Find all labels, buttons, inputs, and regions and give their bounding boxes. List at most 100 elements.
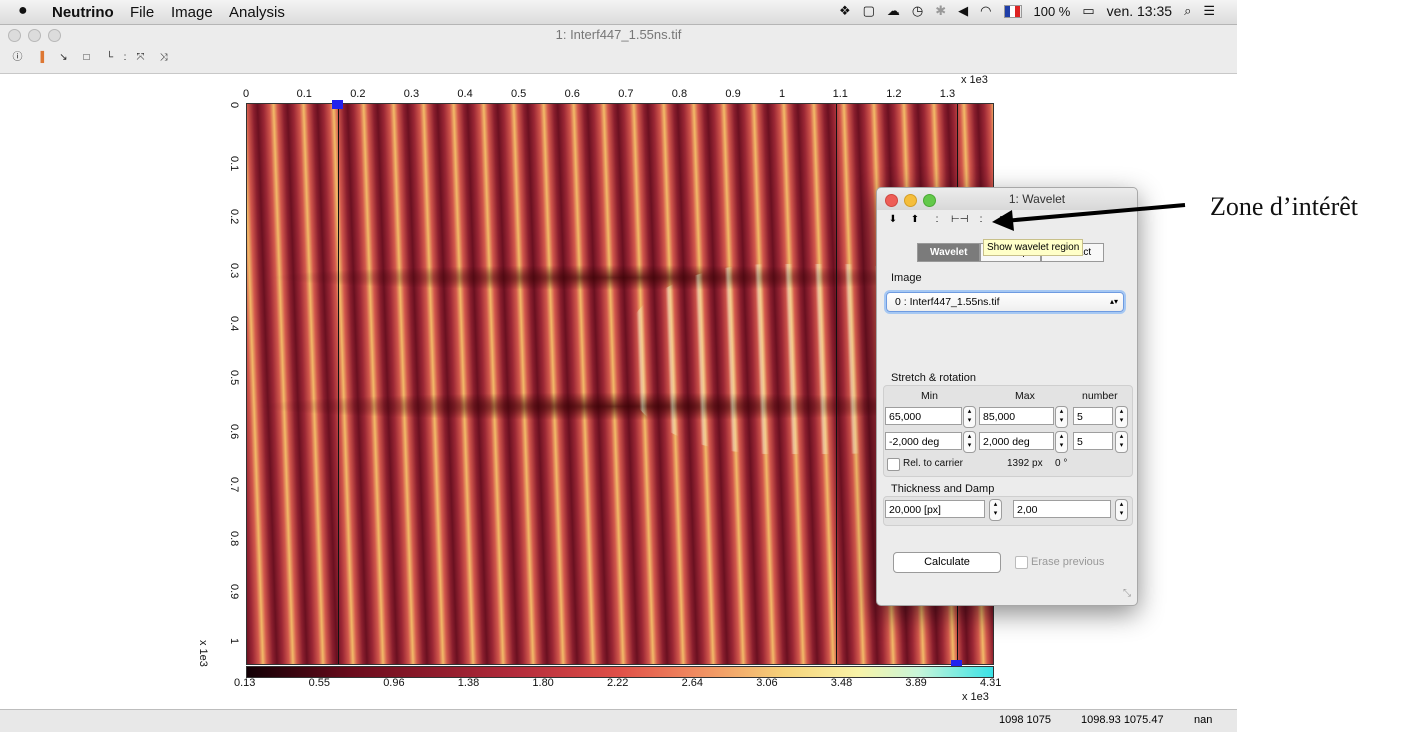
separator: :	[935, 214, 939, 225]
info-icon[interactable]: ⓘ	[6, 45, 29, 71]
panel-close-button[interactable]	[885, 194, 898, 207]
colorbar-tick-label: 1.38	[457, 677, 480, 689]
colorbar-tick-label: 2.64	[681, 677, 704, 689]
y-tick-label: 0.9	[228, 584, 240, 600]
y-tick-label: 0.1	[228, 155, 240, 171]
carrier-px-value: 1392 px	[1007, 458, 1043, 469]
image-select[interactable]: 0 : Interf447_1.55ns.tif ▴▾	[886, 292, 1124, 312]
region-line-middle	[836, 104, 837, 664]
separator: :	[123, 52, 127, 63]
panel-minimize-button[interactable]	[904, 194, 917, 207]
col-min-label: Min	[921, 390, 938, 402]
spotlight-icon[interactable]: ⌕	[1184, 3, 1191, 19]
arrows-out-icon[interactable]: ⤨	[152, 45, 175, 71]
minimize-button[interactable]	[28, 29, 41, 42]
colorbar-tick-label: 0.13	[234, 677, 256, 689]
battery-label: 100 %	[1033, 3, 1071, 19]
rel-carrier-label: Rel. to carrier	[903, 458, 964, 469]
rotation-min-stepper[interactable]: ▴ ▾	[963, 431, 976, 453]
status-value: nan	[1194, 714, 1213, 726]
load-icon[interactable]: ⬇	[885, 214, 901, 225]
window-controls	[8, 29, 61, 42]
clock[interactable]: ven. 13:35	[1107, 3, 1172, 19]
evernote-icon[interactable]: ▢	[863, 3, 875, 19]
stretch-number-field[interactable]: 5	[1073, 407, 1113, 425]
rotation-number-field[interactable]: 5	[1073, 432, 1113, 450]
cloud-icon[interactable]: ☁	[887, 3, 900, 19]
x-tick-label: 1.1	[832, 88, 848, 100]
damp-stepper[interactable]: ▴ ▾	[1115, 499, 1128, 521]
panel-zoom-button[interactable]	[923, 194, 936, 207]
y-tick-label: 0.4	[228, 316, 240, 332]
stretch-min-stepper[interactable]: ▴ ▾	[963, 406, 976, 428]
window-toolbar: ⓘ ▐ ↘ □ └ : ⤧ ⤨	[0, 45, 1243, 71]
close-button[interactable]	[8, 29, 21, 42]
y-tick-label: 0.7	[228, 477, 240, 493]
colorbar-tick-label: 4.31	[980, 677, 1002, 689]
select-arrows-icon: ▴▾	[1109, 297, 1118, 306]
image-label: Image	[891, 272, 922, 284]
volume-icon[interactable]: ◀	[958, 3, 968, 19]
colorbar-tick-label: 2.22	[607, 677, 629, 689]
save-icon[interactable]: ⬆	[907, 214, 923, 225]
carrier-deg-value: 0 °	[1055, 458, 1068, 469]
stretch-min-field[interactable]: 65,000	[885, 407, 962, 425]
menu-image[interactable]: Image	[171, 4, 213, 21]
colorbar-tick-label: 3.48	[830, 677, 853, 689]
colormap-icon[interactable]: ▐	[29, 45, 52, 71]
rotation-number-stepper[interactable]: ▴ ▾	[1115, 431, 1128, 453]
resize-grip-icon[interactable]: ⤡	[1123, 588, 1131, 599]
arrows-in-icon[interactable]: ⤧	[129, 45, 152, 71]
x-tick-label: 0.6	[564, 88, 580, 100]
show-region-tooltip: Show wavelet region	[983, 239, 1084, 256]
battery-icon[interactable]: ▭	[1082, 3, 1094, 19]
window-title: 1: Interf447_1.55ns.tif	[555, 27, 682, 42]
annotation-label: Zone d’intérêt	[1210, 192, 1358, 221]
carrier-icon[interactable]: ⊢⊣	[951, 214, 968, 225]
y-axis-unit: x 1e3	[197, 640, 209, 667]
menu-analysis[interactable]: Analysis	[229, 4, 285, 21]
apple-icon[interactable]: ●	[18, 2, 28, 20]
axes-icon[interactable]: └	[98, 45, 121, 71]
x-tick-label: 0.2	[350, 88, 366, 100]
rect-icon[interactable]: □	[75, 45, 98, 71]
x-tick-label: 0.9	[725, 88, 741, 100]
col-number-label: number	[1082, 390, 1118, 402]
notification-center-icon[interactable]: ☰	[1203, 3, 1215, 19]
erase-previous-label: Erase previous	[1031, 556, 1105, 568]
bluetooth-icon[interactable]: ✱	[935, 3, 946, 19]
dropbox-icon[interactable]: ❖	[839, 3, 851, 19]
colorbar-tick-label: 3.89	[905, 677, 927, 689]
thickness-stepper[interactable]: ▴ ▾	[989, 499, 1002, 521]
stretch-max-field[interactable]: 85,000	[979, 407, 1054, 425]
zoom-button[interactable]	[48, 29, 61, 42]
wifi-icon[interactable]: ◠	[980, 3, 991, 19]
x-tick-label: 0.7	[618, 88, 634, 100]
region-line-left[interactable]	[338, 104, 339, 664]
zoom-icon[interactable]: ↘	[52, 45, 75, 71]
rel-carrier-checkbox[interactable]	[887, 458, 900, 471]
damp-field[interactable]: 2,00	[1013, 500, 1111, 518]
time-machine-icon[interactable]: ◷	[912, 3, 923, 19]
stretch-number-stepper[interactable]: ▴ ▾	[1115, 406, 1128, 428]
menu-file[interactable]: File	[130, 4, 154, 21]
flag-icon[interactable]	[1003, 4, 1022, 18]
y-tick-label: 1	[228, 638, 240, 645]
region-handle-top[interactable]	[332, 100, 343, 109]
rotation-max-stepper[interactable]: ▴ ▾	[1055, 431, 1068, 453]
stretch-max-stepper[interactable]: ▴ ▾	[1055, 406, 1068, 428]
status-pixel: 1098 1075	[999, 714, 1051, 726]
rotation-min-field[interactable]: -2,000 deg	[885, 432, 962, 450]
x-tick-label: 0.1	[296, 88, 312, 100]
panel-window-controls	[885, 194, 936, 207]
thickness-field[interactable]: 20,000 [px]	[885, 500, 985, 518]
calculate-button[interactable]: Calculate	[893, 552, 1001, 573]
x-tick-label: 1.2	[886, 88, 902, 100]
image-select-value: 0 : Interf447_1.55ns.tif	[895, 296, 1000, 308]
app-menu[interactable]: Neutrino	[52, 4, 114, 21]
wavelet-panel: 1: Wavelet ⬇ ⬆ : ⊢⊣ : □ Wavelet Unwrap S…	[876, 187, 1138, 606]
x-axis-unit: x 1e3	[961, 74, 988, 86]
rotation-max-field[interactable]: 2,000 deg	[979, 432, 1054, 450]
erase-previous-checkbox[interactable]	[1015, 556, 1028, 569]
tab-wavelet[interactable]: Wavelet	[917, 243, 981, 262]
